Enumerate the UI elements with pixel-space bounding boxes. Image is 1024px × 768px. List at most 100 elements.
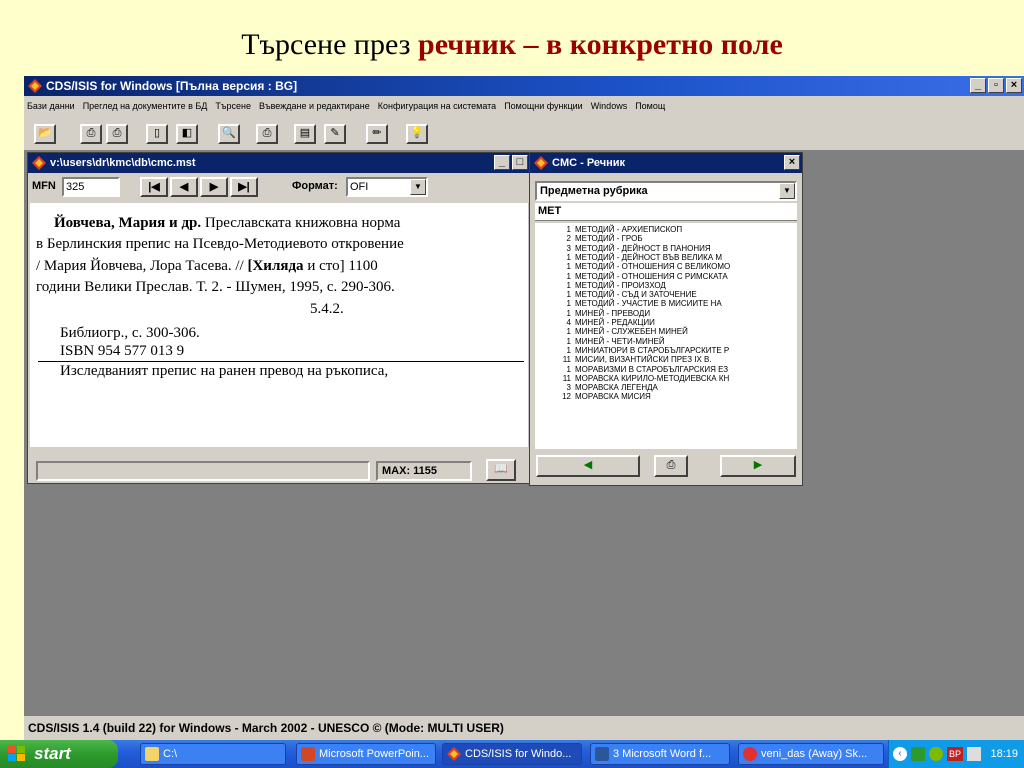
language-indicator[interactable]: BP bbox=[947, 747, 963, 761]
menu-search[interactable]: Търсене bbox=[215, 96, 251, 116]
last-record-button[interactable]: ▶| bbox=[230, 177, 258, 197]
slide-title-highlight: речник – в конкретно поле bbox=[418, 28, 783, 61]
term-label: МЕТОДИЙ - ОТНОШЕНИЯ С РИМСКАТА bbox=[575, 271, 728, 281]
record-line-1: Йовчева, Мария и др. Преславската книжов… bbox=[54, 215, 400, 232]
term-list-item[interactable]: 1 МИНЕЙ - ПРЕВОДИ bbox=[535, 309, 797, 318]
menu-edit[interactable]: Въвеждане и редактиране bbox=[259, 96, 370, 116]
next-record-button[interactable]: ▶ bbox=[200, 177, 228, 197]
term-label: МИНЕЙ - СЛУЖЕБЕН МИНЕЙ bbox=[575, 327, 688, 337]
record-source-bold: [Хиляда bbox=[247, 258, 304, 274]
open-folder-icon[interactable]: 📂 bbox=[34, 124, 56, 144]
minimize-button[interactable]: _ bbox=[494, 155, 510, 170]
slide-title: Търсене през речник – в конкретно поле bbox=[0, 28, 1024, 62]
task-explorer[interactable]: C:\ bbox=[140, 743, 286, 765]
record-classification: 5.4.2. bbox=[310, 301, 344, 317]
record-display: Йовчева, Мария и др. Преславската книжов… bbox=[30, 203, 528, 447]
print-icon[interactable]: ⎙ bbox=[654, 455, 688, 477]
term-list-item[interactable]: 3 МЕТОДИЙ - ДЕЙНОСТ В ПАНОНИЯ bbox=[535, 244, 797, 253]
term-list-item[interactable]: 1 МОРАВИЗМИ В СТАРОБЪЛГАРСКИЯ ЕЗ bbox=[535, 365, 797, 374]
term-list-item[interactable]: 1 МЕТОДИЙ - ПРОИЗХОД bbox=[535, 281, 797, 290]
task-label: Microsoft PowerPoin... bbox=[319, 748, 430, 760]
format-select[interactable]: OFI ▼ bbox=[346, 177, 428, 197]
record-source-rest: и сто] 1100 bbox=[303, 258, 378, 274]
task-powerpoint[interactable]: Microsoft PowerPoin... bbox=[296, 743, 436, 765]
record-window-title: v:\users\dr\kmc\db\cmc.mst bbox=[50, 157, 196, 169]
term-count: 1 bbox=[566, 345, 571, 355]
print-txt-icon[interactable]: ⎙ bbox=[80, 124, 102, 144]
menu-utilities[interactable]: Помощни функции bbox=[504, 96, 583, 116]
term-count: 1 bbox=[566, 336, 571, 346]
menu-databases[interactable]: Бази данни bbox=[27, 96, 75, 116]
start-button[interactable]: start bbox=[0, 740, 118, 768]
chevron-down-icon[interactable]: ▼ bbox=[410, 179, 426, 195]
term-list-item[interactable]: 1 МИНИАТЮРИ В СТАРОБЪЛГАРСКИТЕ Р bbox=[535, 346, 797, 355]
dictionary-titlebar[interactable]: CMC - Речник × bbox=[530, 153, 802, 173]
chevron-down-icon[interactable]: ▼ bbox=[779, 183, 795, 199]
task-cds-isis[interactable]: CDS/ISIS for Windo... bbox=[442, 743, 582, 765]
term-list-item[interactable]: 1 МИНЕЙ - ЧЕТИ-МИНЕЙ bbox=[535, 337, 797, 346]
dictionary-title: CMC - Речник bbox=[552, 157, 626, 169]
mfn-input[interactable]: 325 bbox=[62, 177, 120, 197]
menu-help[interactable]: Помощ bbox=[635, 96, 665, 116]
term-list[interactable]: 1 МЕТОДИЙ - АРХИЕПИСКОП 2 МЕТОДИЙ - ГРОБ 3 МЕ… bbox=[535, 223, 797, 449]
term-list-item[interactable]: 1 МИНЕЙ - СЛУЖЕБЕН МИНЕЙ bbox=[535, 327, 797, 336]
app-titlebar[interactable]: CDS/ISIS for Windows [Пълна версия : BG]… bbox=[24, 76, 1024, 96]
arrow-right-icon: ▶ bbox=[753, 459, 763, 471]
task-word[interactable]: 3 Microsoft Word f... bbox=[590, 743, 730, 765]
term-list-item[interactable]: 12 МОРАВСКА МИСИЯ bbox=[535, 392, 797, 401]
term-list-item[interactable]: 11 МОРАВСКА КИРИЛО-МЕТОДИЕВСКА КН bbox=[535, 374, 797, 383]
record-window-titlebar[interactable]: v:\users\dr\kmc\db\cmc.mst _ □ × bbox=[28, 153, 548, 173]
term-list-item[interactable]: 2 МЕТОДИЙ - ГРОБ bbox=[535, 234, 797, 243]
next-terms-button[interactable]: ▶ bbox=[720, 455, 796, 477]
term-list-item[interactable]: 3 МОРАВСКА ЛЕГЕНДА bbox=[535, 383, 797, 392]
restore-button[interactable]: ▫ bbox=[988, 78, 1004, 93]
copy-record-icon[interactable]: ◧ bbox=[176, 124, 198, 144]
preview-icon[interactable]: 🔍 bbox=[218, 124, 240, 144]
task-skype[interactable]: veni_das (Away) Sk... bbox=[738, 743, 884, 765]
book-icon[interactable]: 📖 bbox=[486, 459, 516, 481]
maximize-button[interactable]: □ bbox=[512, 155, 528, 170]
term-search-input[interactable]: МЕТ bbox=[535, 203, 797, 221]
network-icon[interactable] bbox=[911, 747, 925, 761]
edit-record-icon[interactable]: ✎ bbox=[324, 124, 346, 144]
minimize-button[interactable]: _ bbox=[970, 78, 986, 93]
skype-icon bbox=[743, 747, 757, 761]
cds-isis-window: CDS/ISIS for Windows [Пълна версия : BG]… bbox=[24, 76, 1024, 740]
print-icon[interactable]: ⎙ bbox=[256, 124, 278, 144]
term-label: МЕТОДИЙ - ОТНОШЕНИЯ С ВЕЛИКОМО bbox=[575, 262, 731, 272]
term-label: МИНЕЙ - ЧЕТИ-МИНЕЙ bbox=[575, 336, 665, 346]
term-list-item[interactable]: 1 МЕТОДИЙ - УЧАСТИЕ В МИСИИТЕ НА bbox=[535, 299, 797, 308]
term-list-item[interactable]: 1 МЕТОДИЙ - АРХИЕПИСКОП bbox=[535, 225, 797, 234]
first-record-button[interactable]: |◀ bbox=[140, 177, 168, 197]
term-list-item[interactable]: 1 МЕТОДИЙ - СЪД И ЗАТОЧЕНИЕ bbox=[535, 290, 797, 299]
pencil-icon[interactable]: ✏ bbox=[366, 124, 388, 144]
term-list-item[interactable]: 1 МЕТОДИЙ - ДЕЙНОСТ ВЪВ ВЕЛИКА М bbox=[535, 253, 797, 262]
term-count: 1 bbox=[566, 280, 571, 290]
term-list-item[interactable]: 4 МИНЕЙ - РЕДАКЦИИ bbox=[535, 318, 797, 327]
shield-icon[interactable] bbox=[929, 747, 943, 761]
close-button[interactable]: × bbox=[784, 155, 800, 170]
slide-title-plain: Търсене през bbox=[241, 28, 419, 61]
window-icon[interactable]: ▤ bbox=[294, 124, 316, 144]
chevron-left-icon[interactable]: ‹ bbox=[893, 747, 907, 761]
monitor-icon[interactable] bbox=[967, 747, 981, 761]
record-annotation: Изследваният препис на ранен превод на р… bbox=[60, 363, 389, 379]
clipboard-icon[interactable]: ▯ bbox=[146, 124, 168, 144]
menu-windows[interactable]: Windows bbox=[591, 96, 628, 116]
field-select[interactable]: Предметна рубрика ▼ bbox=[535, 181, 797, 201]
menu-browse[interactable]: Преглед на документите в БД bbox=[83, 96, 208, 116]
term-label: МИНИАТЮРИ В СТАРОБЪЛГАРСКИТЕ Р bbox=[575, 345, 730, 355]
lightbulb-icon[interactable]: 💡 bbox=[406, 124, 428, 144]
task-label: CDS/ISIS for Windo... bbox=[465, 748, 572, 760]
record-line-4: години Велики Преслав. Т. 2. - Шумен, 19… bbox=[36, 279, 395, 295]
print-rtf-icon[interactable]: ⎙ bbox=[106, 124, 128, 144]
prev-record-button[interactable]: ◀ bbox=[170, 177, 198, 197]
prev-terms-button[interactable]: ◀ bbox=[536, 455, 640, 477]
term-list-item[interactable]: 1 МЕТОДИЙ - ОТНОШЕНИЯ С ВЕЛИКОМО bbox=[535, 262, 797, 271]
close-button[interactable]: × bbox=[1006, 78, 1022, 93]
menu-config[interactable]: Конфигурация на системата bbox=[378, 96, 496, 116]
term-list-item[interactable]: 11 МИСИИ, ВИЗАНТИЙСКИ ПРЕЗ IX В. bbox=[535, 355, 797, 364]
record-footer: MAX: 1155 📖 bbox=[28, 459, 548, 483]
term-label: МЕТОДИЙ - СЪД И ЗАТОЧЕНИЕ bbox=[575, 290, 697, 300]
term-list-item[interactable]: 1 МЕТОДИЙ - ОТНОШЕНИЯ С РИМСКАТА bbox=[535, 272, 797, 281]
